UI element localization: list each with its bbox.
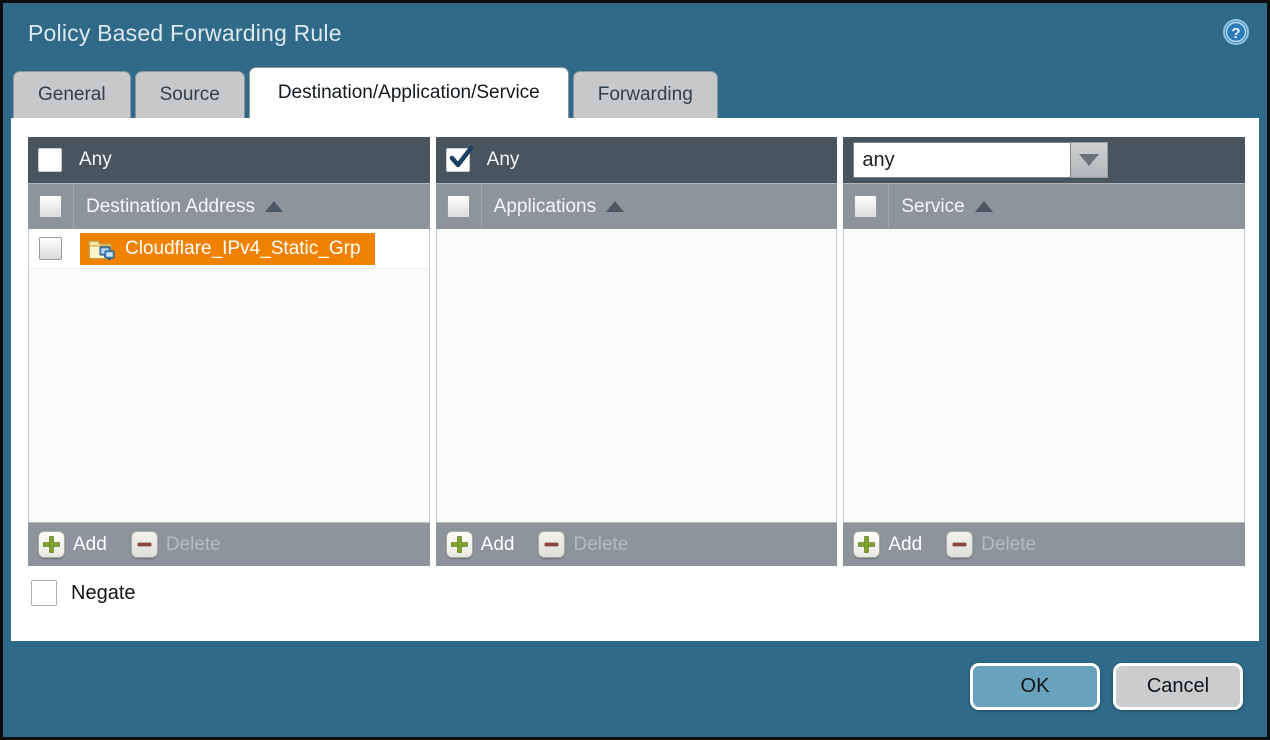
checkmark-icon (448, 145, 474, 171)
tab-general[interactable]: General (13, 71, 131, 118)
chevron-down-icon (1079, 154, 1099, 166)
applications-column: Any Applications Add (436, 137, 838, 566)
add-plus-icon (853, 531, 880, 558)
applications-footer: Add Delete (436, 522, 838, 566)
service-delete-button[interactable]: Delete (946, 531, 1036, 558)
destination-row[interactable]: Cloudflare_IPv4_Static_Grp (29, 229, 429, 269)
service-header-checkbox[interactable] (854, 195, 877, 218)
tab-source-label: Source (160, 84, 220, 106)
applications-add-label: Add (481, 534, 515, 556)
tab-forwarding-label: Forwarding (598, 84, 693, 106)
negate-label: Negate (71, 582, 136, 605)
destination-any-bar: Any (28, 137, 430, 183)
add-plus-icon (38, 531, 65, 558)
tab-content-panel: Any Destination Address (11, 118, 1259, 641)
destination-footer: Add Delete (28, 522, 430, 566)
service-header-checkbox-cell (843, 184, 889, 229)
destination-header-label: Destination Address (86, 196, 255, 218)
applications-delete-button[interactable]: Delete (538, 531, 628, 558)
tab-destination-application-service[interactable]: Destination/Application/Service (249, 67, 569, 118)
service-dropdown-input[interactable] (853, 142, 1071, 178)
dialog-action-buttons: OK Cancel (970, 663, 1243, 710)
service-add-label: Add (888, 534, 922, 556)
service-list (843, 229, 1245, 522)
applications-delete-label: Delete (573, 534, 628, 556)
applications-header-label: Applications (494, 196, 596, 218)
delete-minus-icon (538, 531, 565, 558)
negate-checkbox[interactable] (31, 580, 57, 606)
service-column-header[interactable]: Service (843, 183, 1245, 229)
service-column: Service Add Delete (843, 137, 1245, 566)
destination-item-label: Cloudflare_IPv4_Static_Grp (125, 238, 361, 260)
destination-any-checkbox[interactable] (38, 148, 62, 172)
tab-destination-application-service-label: Destination/Application/Service (278, 82, 540, 104)
service-any-bar (843, 137, 1245, 183)
svg-text:?: ? (1231, 25, 1240, 42)
help-icon[interactable]: ? (1221, 17, 1251, 47)
destination-add-button[interactable]: Add (38, 531, 107, 558)
applications-any-checkbox[interactable] (446, 148, 470, 172)
applications-any-bar: Any (436, 137, 838, 183)
dialog-title: Policy Based Forwarding Rule (28, 20, 342, 47)
service-delete-label: Delete (981, 534, 1036, 556)
sort-ascending-icon[interactable] (606, 201, 624, 212)
destination-add-label: Add (73, 534, 107, 556)
service-dropdown-button[interactable] (1071, 142, 1108, 178)
destination-list: Cloudflare_IPv4_Static_Grp (28, 229, 430, 522)
negate-row: Negate (31, 580, 136, 606)
tab-bar: General Source Destination/Application/S… (13, 67, 722, 118)
service-add-button[interactable]: Add (853, 531, 922, 558)
destination-header-checkbox-cell (28, 184, 74, 229)
applications-list (436, 229, 838, 522)
sort-ascending-icon[interactable] (975, 201, 993, 212)
destination-delete-button[interactable]: Delete (131, 531, 221, 558)
tab-forwarding[interactable]: Forwarding (573, 71, 718, 118)
applications-header-checkbox[interactable] (447, 195, 470, 218)
applications-header-checkbox-cell (436, 184, 482, 229)
add-plus-icon (446, 531, 473, 558)
destination-address-column: Any Destination Address (28, 137, 430, 566)
ok-button[interactable]: OK (970, 663, 1100, 710)
destination-selected-item[interactable]: Cloudflare_IPv4_Static_Grp (80, 233, 375, 265)
selection-columns: Any Destination Address (28, 137, 1245, 566)
service-header-label: Service (901, 196, 964, 218)
applications-column-header[interactable]: Applications (436, 183, 838, 229)
tab-source[interactable]: Source (135, 71, 245, 118)
policy-based-forwarding-dialog: Policy Based Forwarding Rule ? General S… (0, 0, 1270, 740)
delete-minus-icon (946, 531, 973, 558)
tab-general-label: General (38, 84, 106, 106)
address-group-icon (88, 237, 116, 261)
applications-any-label: Any (487, 149, 520, 171)
service-footer: Add Delete (843, 522, 1245, 566)
destination-header-checkbox[interactable] (39, 195, 62, 218)
sort-ascending-icon[interactable] (265, 201, 283, 212)
cancel-button[interactable]: Cancel (1113, 663, 1243, 710)
destination-delete-label: Delete (166, 534, 221, 556)
service-dropdown[interactable] (853, 142, 1108, 178)
delete-minus-icon (131, 531, 158, 558)
destination-any-label: Any (79, 149, 112, 171)
applications-add-button[interactable]: Add (446, 531, 515, 558)
destination-column-header[interactable]: Destination Address (28, 183, 430, 229)
destination-row-checkbox[interactable] (39, 237, 62, 260)
